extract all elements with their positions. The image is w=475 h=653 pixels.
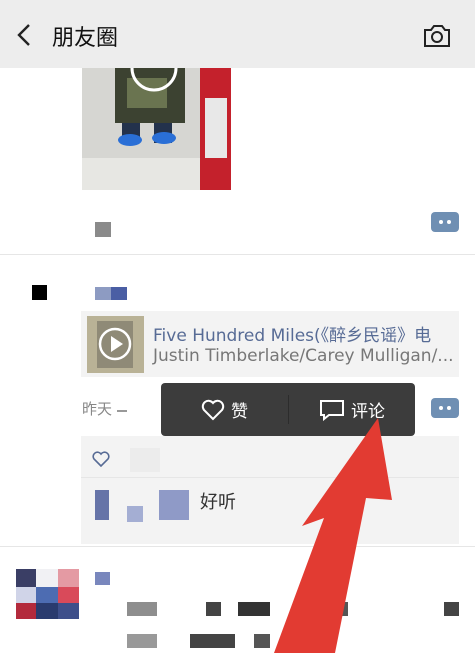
red-arrow-annotation	[274, 418, 392, 653]
